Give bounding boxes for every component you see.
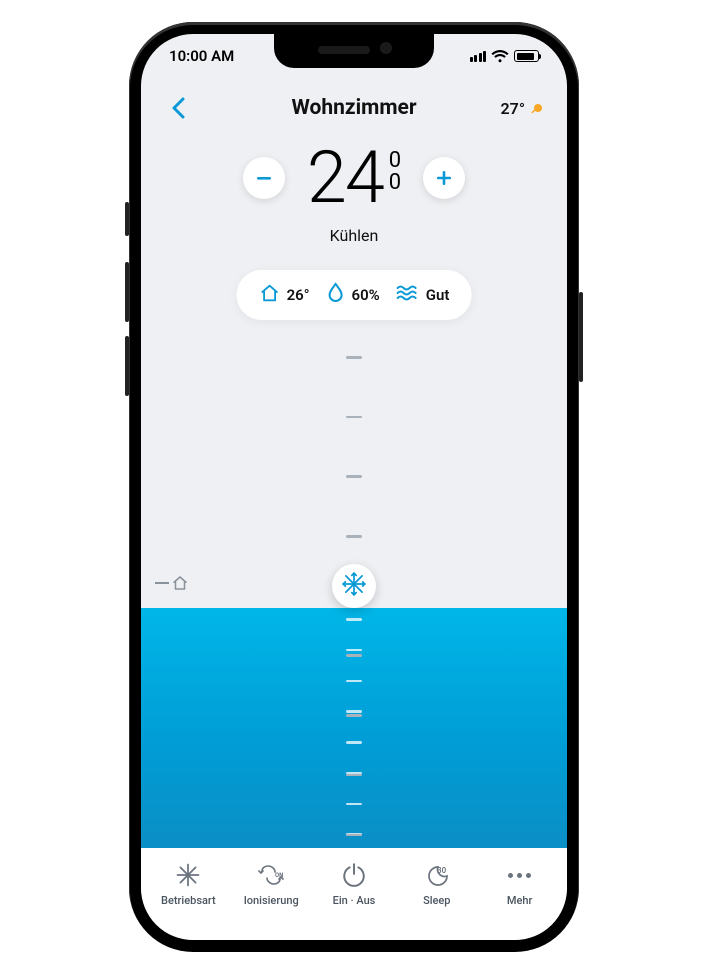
nav-power-label: Ein · Aus <box>333 894 376 907</box>
phone-frame: 10:00 AM Wohnzimmer 27° <box>129 22 579 952</box>
ionisation-icon: ON <box>256 860 286 890</box>
sleep-icon: 30 <box>422 860 452 890</box>
droplet-icon <box>326 282 346 308</box>
screen: 10:00 AM Wohnzimmer 27° <box>141 34 567 940</box>
setpoint-whole: 24 <box>307 142 383 214</box>
setpoint-display: 24 0 0 <box>307 142 401 214</box>
outside-temp-value: 27° <box>501 99 525 118</box>
setpoint-decimal: 0 0 <box>389 150 401 194</box>
nav-ion-label: Ionisierung <box>244 894 299 907</box>
battery-icon <box>514 50 539 62</box>
mode-label: Kühlen <box>141 226 567 245</box>
nav-sleep-label: Sleep <box>423 894 450 907</box>
air-quality-value: Gut <box>426 286 450 304</box>
status-icons <box>470 50 540 63</box>
nav-mode-label: Betriebsart <box>161 894 216 907</box>
bottom-nav: Betriebsart ON Ionisierung Ein · Aus 30 … <box>141 848 567 940</box>
indoor-temp: 26° <box>259 282 310 308</box>
snowflake-icon <box>341 571 367 601</box>
side-button-vol-down <box>125 336 129 396</box>
indoor-temp-value: 26° <box>287 286 310 304</box>
house-icon <box>259 282 281 308</box>
temperature-slider-track[interactable] <box>141 344 567 848</box>
outside-weather: 27° <box>501 99 545 118</box>
humidity-value: 60% <box>352 286 380 304</box>
side-button-vol-up <box>125 262 129 322</box>
wifi-icon <box>491 50 509 63</box>
header: Wohnzimmer 27° <box>141 88 567 128</box>
nav-ionisation[interactable]: ON Ionisierung <box>230 860 313 907</box>
waves-icon <box>396 283 420 307</box>
svg-text:ON: ON <box>275 872 283 879</box>
nav-mode[interactable]: Betriebsart <box>147 860 230 907</box>
increase-button[interactable] <box>423 157 465 199</box>
svg-text:30: 30 <box>437 866 447 875</box>
notch <box>274 34 434 68</box>
side-button-right <box>579 292 583 382</box>
page-title: Wohnzimmer <box>291 96 416 120</box>
indoor-temp-marker <box>155 574 189 592</box>
back-button[interactable] <box>163 93 193 123</box>
info-pill[interactable]: 26° 60% Gut <box>237 270 472 320</box>
more-icon <box>505 860 535 890</box>
air-quality: Gut <box>396 283 450 307</box>
nav-sleep[interactable]: 30 Sleep <box>395 860 478 907</box>
mode-icon <box>173 860 203 890</box>
power-icon <box>339 860 369 890</box>
sun-icon <box>529 100 545 116</box>
status-time: 10:00 AM <box>169 47 234 65</box>
slider-handle[interactable] <box>332 564 376 608</box>
decrease-button[interactable] <box>243 157 285 199</box>
nav-more-label: Mehr <box>507 894 533 907</box>
setpoint-row: 24 0 0 <box>141 142 567 214</box>
side-button-mute <box>125 202 129 236</box>
humidity: 60% <box>326 282 380 308</box>
cellular-icon <box>470 51 487 62</box>
nav-more[interactable]: Mehr <box>478 860 561 907</box>
nav-power[interactable]: Ein · Aus <box>313 860 396 907</box>
